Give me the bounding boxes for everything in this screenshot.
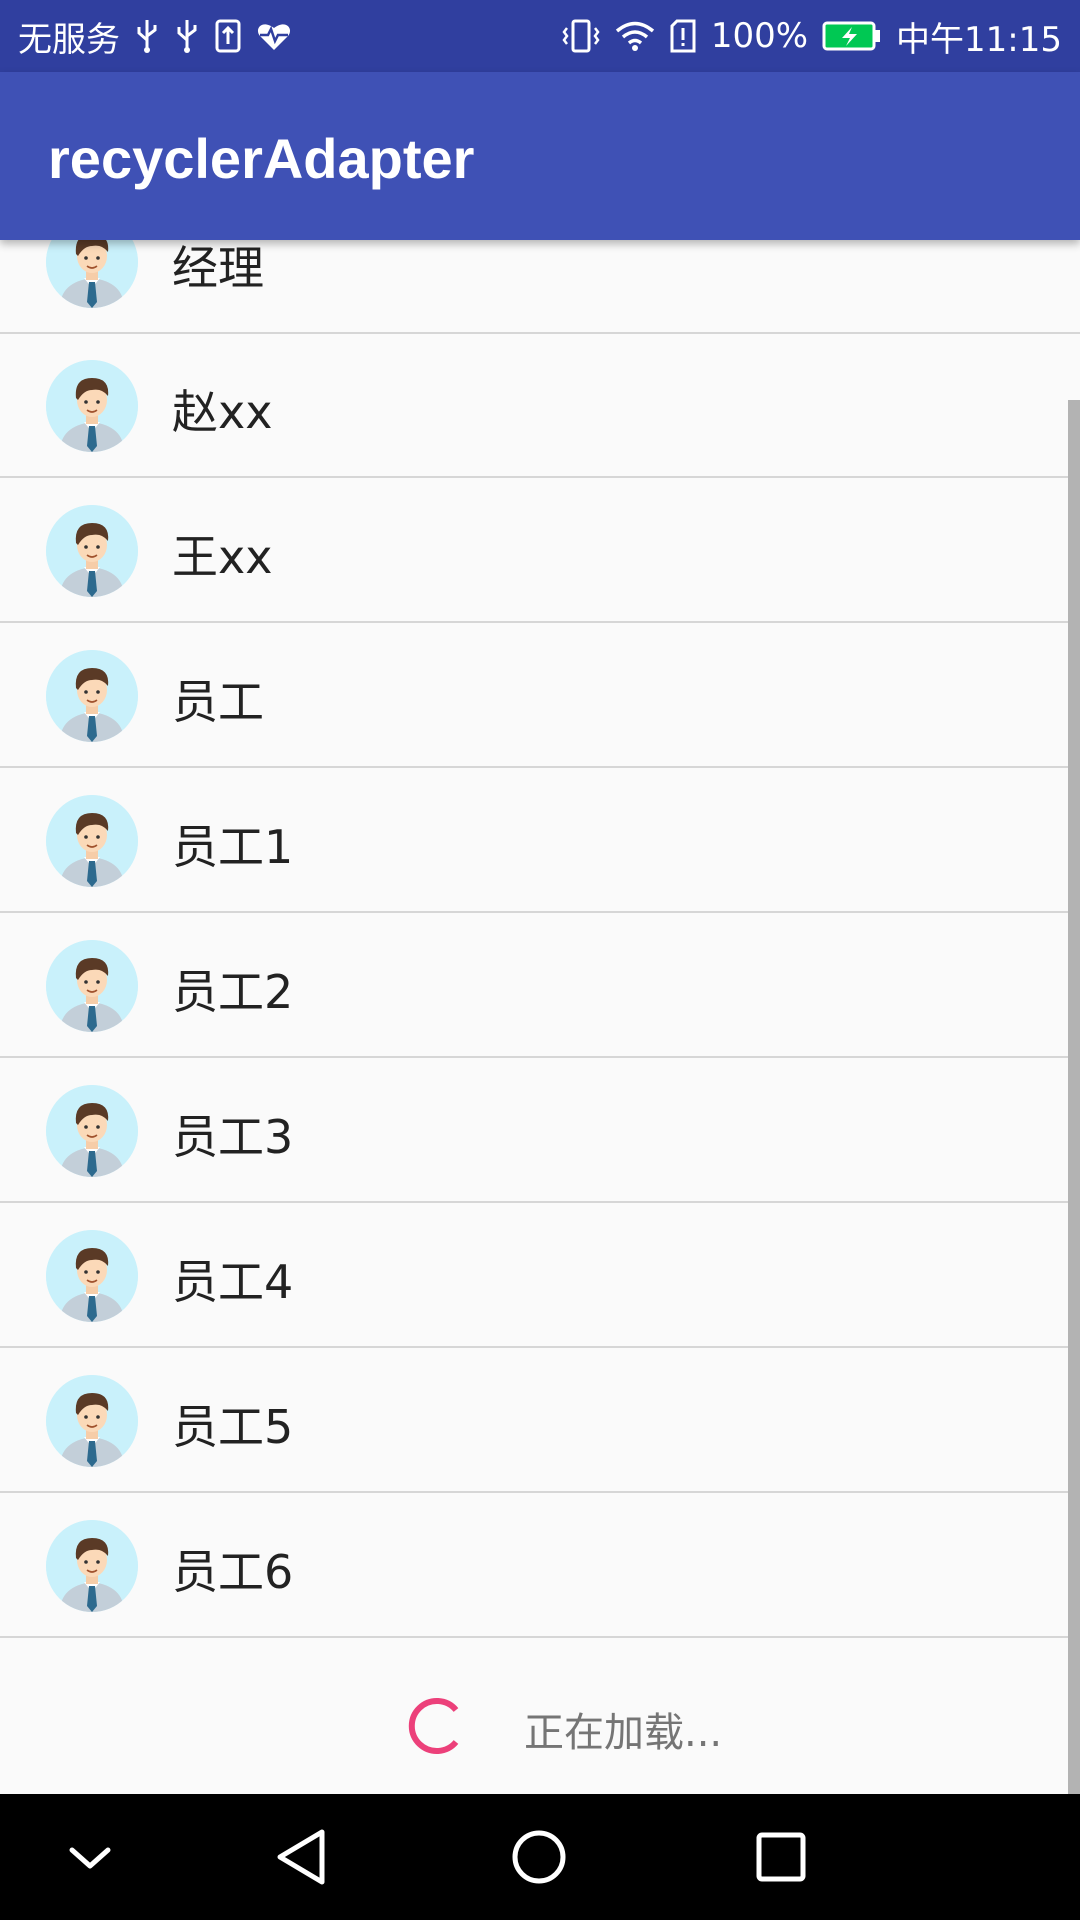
businessman-avatar-icon bbox=[46, 505, 138, 597]
businessman-avatar-icon bbox=[46, 795, 138, 887]
list-item-label: 员工2 bbox=[172, 965, 294, 1019]
list-item-label: 员工 bbox=[172, 675, 264, 729]
list-item-label: 员工1 bbox=[172, 820, 294, 874]
vibrate-icon bbox=[561, 18, 601, 54]
businessman-avatar-icon bbox=[46, 650, 138, 742]
usb-icon bbox=[174, 18, 200, 54]
back-triangle-icon[interactable] bbox=[270, 1824, 336, 1894]
loading-footer: 正在加载... bbox=[0, 1656, 1080, 1794]
businessman-avatar-icon bbox=[46, 1375, 138, 1467]
list-item[interactable]: 王xx bbox=[0, 479, 1080, 623]
home-circle-icon[interactable] bbox=[506, 1824, 572, 1894]
status-bar-left: 无服务 bbox=[18, 12, 292, 61]
battery-charging-icon bbox=[822, 21, 882, 51]
carrier-text: 无服务 bbox=[18, 19, 120, 60]
status-bar: 无服务 100% 中午11:15 bbox=[0, 0, 1080, 72]
list-item[interactable]: 经理 bbox=[0, 240, 1080, 334]
recents-square-icon[interactable] bbox=[748, 1824, 814, 1894]
status-bar-right: 100% 中午11:15 bbox=[561, 12, 1062, 61]
chevron-down-icon[interactable] bbox=[60, 1824, 120, 1894]
list-item[interactable]: 员工5 bbox=[0, 1349, 1080, 1493]
upload-icon bbox=[214, 18, 242, 54]
list-item[interactable]: 员工1 bbox=[0, 769, 1080, 913]
businessman-avatar-icon bbox=[46, 360, 138, 452]
usb-icon bbox=[134, 18, 160, 54]
page-title: recyclerAdapter bbox=[48, 127, 475, 190]
list-item[interactable]: 员工 bbox=[0, 624, 1080, 768]
heart-pulse-icon bbox=[256, 20, 292, 52]
loading-text: 正在加载... bbox=[524, 1710, 723, 1756]
wifi-icon bbox=[615, 20, 655, 52]
list-item-label: 员工6 bbox=[172, 1545, 294, 1599]
list-item-label: 王xx bbox=[172, 530, 273, 584]
list-item-label: 经理 bbox=[172, 241, 264, 295]
scrollbar[interactable] bbox=[1068, 400, 1080, 1794]
businessman-avatar-icon bbox=[46, 240, 138, 308]
businessman-avatar-icon bbox=[46, 1230, 138, 1322]
sim-alert-icon bbox=[669, 18, 697, 54]
list-item[interactable]: 员工3 bbox=[0, 1059, 1080, 1203]
list-item-label: 员工4 bbox=[172, 1255, 294, 1309]
loading-spinner-icon bbox=[404, 1696, 464, 1760]
businessman-avatar-icon bbox=[46, 940, 138, 1032]
list-item-label: 员工3 bbox=[172, 1110, 294, 1164]
app-bar: recyclerAdapter bbox=[0, 72, 1080, 240]
list-item[interactable]: 员工6 bbox=[0, 1494, 1080, 1638]
list-item[interactable]: 员工2 bbox=[0, 914, 1080, 1058]
list-item[interactable]: 员工4 bbox=[0, 1204, 1080, 1348]
battery-percent: 100% bbox=[710, 16, 809, 56]
clock-text: 中午11:15 bbox=[896, 19, 1062, 60]
businessman-avatar-icon bbox=[46, 1085, 138, 1177]
list-item-label: 赵xx bbox=[172, 385, 273, 439]
list-item[interactable]: 赵xx bbox=[0, 334, 1080, 478]
businessman-avatar-icon bbox=[46, 1520, 138, 1612]
employee-list[interactable]: 经理 赵xx 王xx 员工 员工1 员工2 员工3 员工4 员工5 员工6 正在… bbox=[0, 240, 1080, 1794]
list-item-label: 员工5 bbox=[172, 1400, 294, 1454]
navigation-bar bbox=[0, 1794, 1080, 1920]
